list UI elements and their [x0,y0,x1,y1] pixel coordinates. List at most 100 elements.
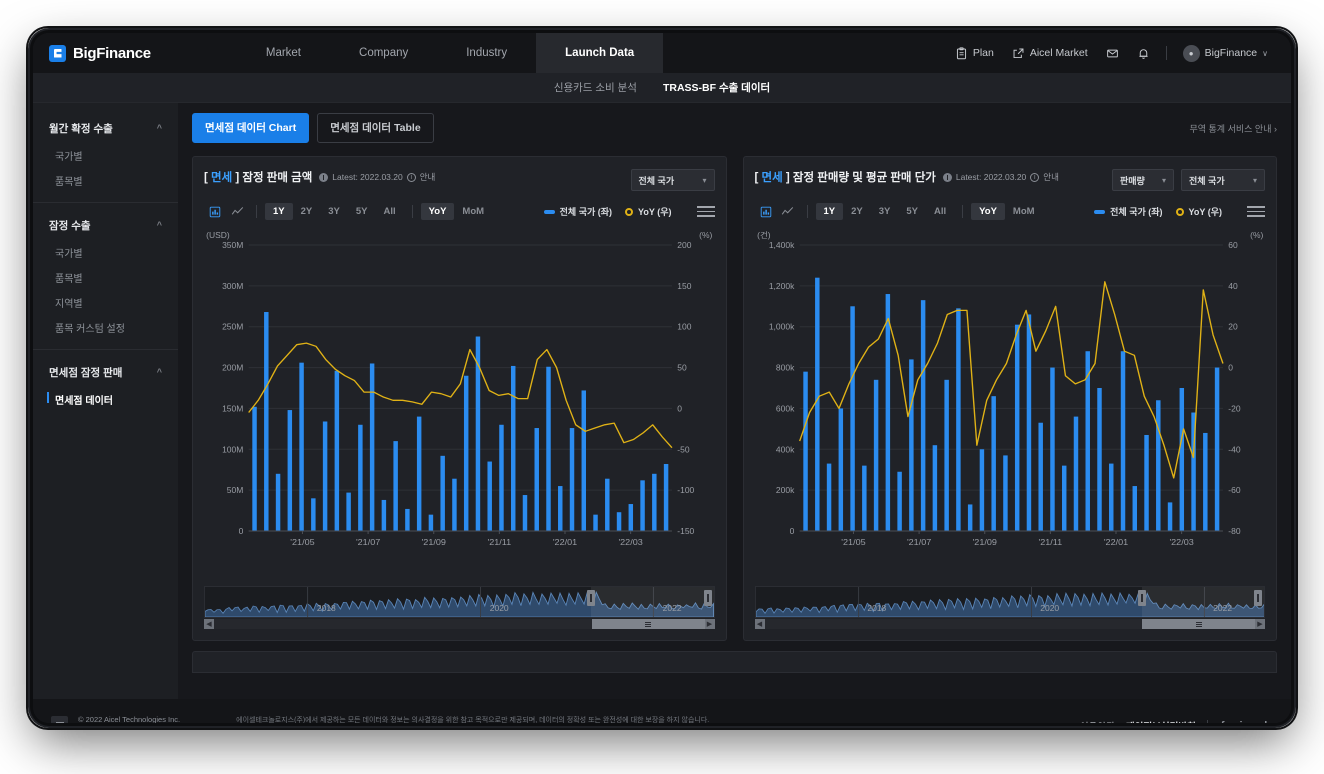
brand-logo[interactable]: BigFinance [33,33,165,73]
info-icon[interactable]: i [406,172,416,182]
legend-item-line[interactable]: YoY (우) [625,205,672,218]
mail-button[interactable] [1097,47,1128,60]
scroll-right-arrow[interactable]: ▶ [1255,619,1265,629]
navigator-handle-right[interactable] [703,590,712,606]
sidebar-group-header[interactable]: 면세점 잠정 판매 ^ [33,359,178,387]
scroll-thumb[interactable] [591,619,705,629]
hamburger-menu-icon[interactable] [1247,206,1265,217]
notifications-button[interactable] [1128,47,1159,60]
range-1y[interactable]: 1Y [265,203,293,220]
tab-duty-free-table[interactable]: 면세점 데이터 Table [317,113,434,143]
range-navigator-2[interactable]: 2018 2020 2022 ◀ ▶ [754,586,1265,630]
svg-text:250M: 250M [222,323,243,332]
mail-icon [1106,47,1119,60]
terms-link[interactable]: 이용약관 [1080,719,1115,723]
legend-bar-label: 전체 국가 (좌) [559,207,613,217]
linkedin-icon[interactable]: in [1237,720,1251,723]
sidebar-item-by-country-2[interactable]: 국가별 [33,240,178,265]
sidebar-group-title: 잠정 수출 [49,220,91,232]
guide-label[interactable]: 안내 [420,171,436,183]
line-chart-icon[interactable] [777,202,799,221]
privacy-link[interactable]: 개인정보처리방침 [1126,719,1196,723]
compare-mom[interactable]: MoM [454,203,492,220]
svg-text:1,200k: 1,200k [768,282,794,291]
sidebar-group-header[interactable]: 월간 확정 수출 ^ [33,115,178,143]
svg-text:200k: 200k [775,486,794,495]
range-3y[interactable]: 3Y [871,203,899,220]
legend-item-bar[interactable]: 전체 국가 (좌) [543,205,613,218]
legend-item-bar[interactable]: 전체 국가 (좌) [1094,205,1163,218]
navigator-band[interactable]: 2018 2020 2022 [754,586,1265,618]
navigator-handle-right[interactable] [1254,590,1262,606]
chart-svg-sales-volume[interactable]: (건) (%) 0 -80 200k -60 400k -40 600k -20 800k 0 1,00… [755,229,1266,559]
metric-select[interactable]: 판매량 ▾ [1112,169,1174,191]
navigator-scrollbar[interactable]: ◀ ▶ [754,619,1265,629]
sidebar-item-duty-free-data[interactable]: 면세점 데이터 [33,387,178,412]
sidebar-item-by-country-1[interactable]: 국가별 [33,143,178,168]
range-3y[interactable]: 3Y [320,203,348,220]
svg-text:100: 100 [677,323,692,332]
nav-item-launch-data[interactable]: Launch Data [536,33,664,73]
compare-mom[interactable]: MoM [1005,203,1043,220]
svg-text:600k: 600k [775,405,794,414]
range-2y[interactable]: 2Y [293,203,321,220]
disclaimer-line-1: 에이셀테크놀로지스(주)에서 제공하는 모든 데이터와 정보는 의사결정을 위한… [236,716,710,723]
nav-item-company[interactable]: Company [330,33,437,73]
chart-svg-sales-amount[interactable]: (USD) (%) 0 -150 50M -100 100M -50 150M 0 200M 50 25… [204,229,715,559]
navigator-band[interactable]: 2018 2020 2022 [204,586,715,618]
nav-item-market[interactable]: Market [237,33,330,73]
sidebar-group-header[interactable]: 잠정 수출 ^ [33,212,178,240]
subnav-item-trass-bf[interactable]: TRASS-BF 수출 데이터 [663,80,770,95]
range-all[interactable]: All [926,203,954,220]
navigator-year-label: 2018 [867,603,887,613]
scroll-right-arrow[interactable]: ▶ [704,619,715,629]
bar-chart-icon[interactable] [204,202,226,221]
scroll-left-arrow[interactable]: ◀ [754,619,765,629]
aicel-market-button[interactable]: Aicel Market [1003,47,1097,60]
legend-bar-label: 전체 국가 (좌) [1110,207,1163,217]
panel-selects: 판매량 ▾ 전체 국가 ▾ [1112,169,1265,191]
svg-text:'21/09: '21/09 [422,537,446,547]
svg-text:40: 40 [1228,282,1238,291]
footer-disclaimer: 에이셀테크놀로지스(주)에서 제공하는 모든 데이터와 정보는 의사결정을 위한… [236,715,709,723]
bar-chart-icon[interactable] [755,202,777,221]
country-select-value: 전체 국가 [638,175,675,186]
range-all[interactable]: All [376,203,404,220]
subnav-item-credit-card[interactable]: 신용카드 소비 분석 [554,80,637,95]
plan-button[interactable]: Plan [946,46,1003,60]
range-5y[interactable]: 5Y [898,203,926,220]
country-select[interactable]: 전체 국가 ▾ [1181,169,1265,191]
country-select[interactable]: 전체 국가 ▾ [630,169,715,191]
sidebar-item-by-product-2[interactable]: 품목별 [33,265,178,290]
legend-item-line[interactable]: YoY (우) [1175,205,1222,218]
country-select-value: 전체 국가 [1189,175,1225,186]
svg-text:1,000k: 1,000k [768,323,794,332]
range-navigator-1[interactable]: 2018 2020 2022 ◀ ▶ [204,586,715,630]
range-1y[interactable]: 1Y [815,203,844,220]
sidebar-item-custom-product-settings[interactable]: 품목 커스텀 설정 [33,315,178,340]
sidebar-item-by-region[interactable]: 지역별 [33,290,178,315]
top-navigation-bar: BigFinance Market Company Industry Launc… [33,33,1291,73]
facebook-icon[interactable]: f [1219,720,1227,723]
sidebar-item-by-product-1[interactable]: 품목별 [33,168,178,193]
info-icon[interactable]: i [1030,172,1040,182]
navigator-handle-left[interactable] [1137,590,1146,606]
trade-statistics-guide-link[interactable]: 무역 통계 서비스 안내 › [1189,122,1277,135]
range-2y[interactable]: 2Y [843,203,871,220]
tab-duty-free-chart[interactable]: 면세점 데이터 Chart [192,113,310,143]
guide-label[interactable]: 안내 [1043,171,1059,183]
range-5y[interactable]: 5Y [348,203,376,220]
main-content: 면세점 데이터 Chart 면세점 데이터 Table 무역 통계 서비스 안내… [178,103,1291,699]
user-menu[interactable]: ● BigFinance ∨ [1174,44,1277,62]
scroll-left-arrow[interactable]: ◀ [204,619,214,629]
navigator-scrollbar[interactable]: ◀ ▶ [204,619,715,629]
nav-item-industry[interactable]: Industry [437,33,536,73]
compare-yoy[interactable]: YoY [971,203,1005,220]
navigator-handle-left[interactable] [587,590,596,606]
compare-yoy[interactable]: YoY [420,203,455,220]
metric-select-value: 판매량 [1120,175,1145,186]
hamburger-menu-icon[interactable] [696,206,715,217]
scroll-thumb[interactable] [1142,619,1255,629]
line-chart-icon[interactable] [226,202,248,221]
blog-icon[interactable]: b [1262,720,1273,723]
